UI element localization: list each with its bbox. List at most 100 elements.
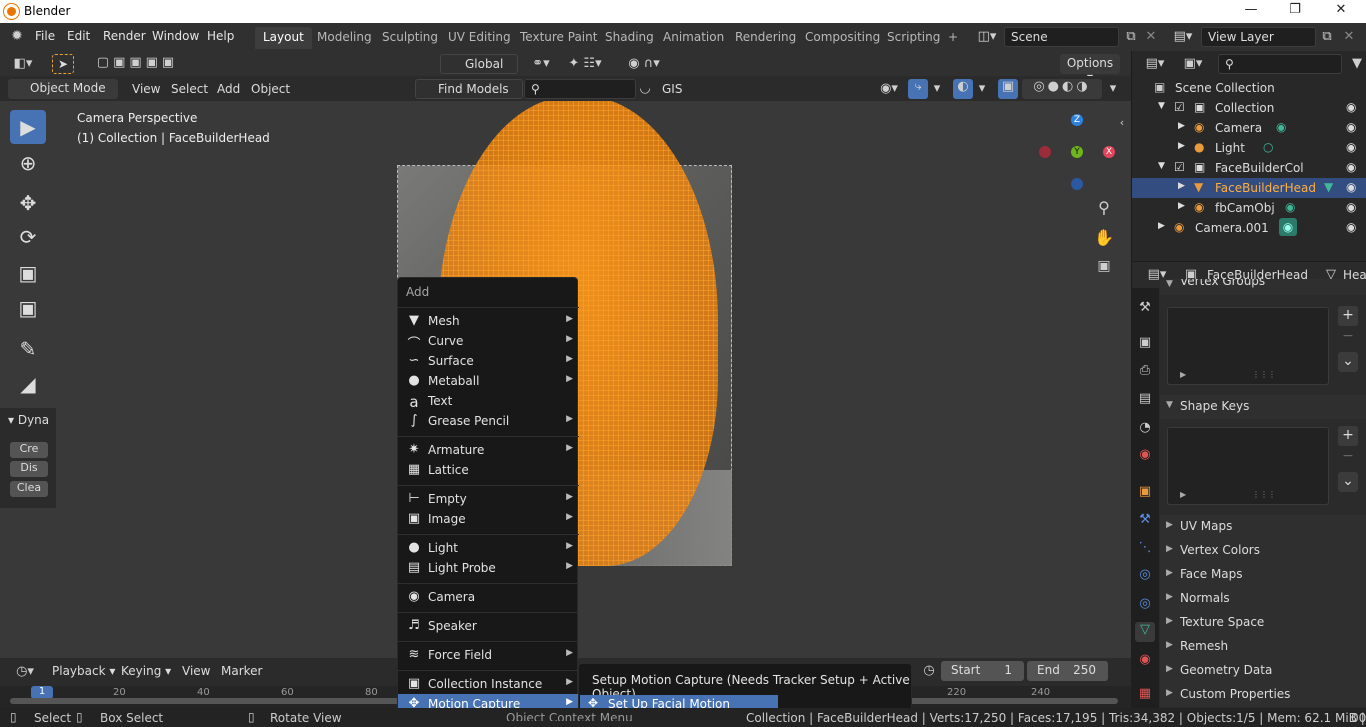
new-scene-icon[interactable]: ⧉ [1122, 29, 1140, 44]
panel-geometry-data[interactable]: ▶ Geometry Data [1160, 659, 1366, 683]
visibility-icon[interactable]: ◉▾ [874, 81, 904, 96]
tab-compositing[interactable]: Compositing [797, 27, 888, 49]
remove-vertex-group-button[interactable]: − [1338, 327, 1358, 347]
eye-icon[interactable]: ◉ [1346, 180, 1356, 194]
eye-icon[interactable]: ◉ [1346, 120, 1356, 134]
world-tab-icon[interactable]: ◉ [1135, 447, 1155, 467]
gizmo-x-axis[interactable]: X [1103, 146, 1115, 158]
zoom-icon[interactable]: ⚲ [1094, 198, 1114, 217]
menu-item-text[interactable]: a Text [398, 391, 579, 411]
menu-item-image[interactable]: ▣ Image ▶ [398, 509, 579, 529]
panel-remesh[interactable]: ▶ Remesh [1160, 635, 1366, 659]
scene-field[interactable]: Scene [1004, 27, 1119, 47]
outliner-row[interactable]: ▣ Scene Collection [1132, 78, 1366, 98]
dropdown-icon[interactable]: ◡ [636, 81, 654, 96]
scene-selector-icon[interactable]: ◫▾ [972, 29, 1002, 44]
tab-scripting[interactable]: Scripting [879, 27, 948, 49]
outliner-row[interactable]: ▶ ◉ Camera ◉ ◉ [1132, 118, 1366, 138]
checkbox-icon[interactable]: ☑ [1174, 160, 1185, 174]
outliner-row[interactable]: ▶ ● Light ○ ◉ [1132, 138, 1366, 158]
add-vertex-group-button[interactable]: + [1338, 306, 1358, 326]
add-shape-key-button[interactable]: + [1338, 426, 1358, 446]
menu-help[interactable]: Help [207, 29, 234, 43]
eye-icon[interactable]: ◉ [1346, 160, 1356, 174]
close-icon[interactable]: ✕ [1326, 2, 1356, 20]
options-button[interactable]: Options ▾ [1060, 54, 1120, 84]
add-workspace-button[interactable]: + [940, 27, 966, 49]
menu-marker[interactable]: Marker [221, 664, 262, 678]
menu-item-light-probe[interactable]: ▤ Light Probe ▶ [398, 558, 579, 578]
expand-arrow-icon[interactable]: ▶ [1180, 490, 1186, 499]
outliner-row[interactable]: ▶ ◉ Camera.001 ◉ ◉ [1132, 218, 1366, 238]
menu-playback[interactable]: Playback ▾ [52, 664, 115, 678]
resize-handle-icon[interactable]: ⋮⋮⋮ [1252, 490, 1276, 499]
maximize-icon[interactable]: ❐ [1280, 2, 1310, 20]
shading-mode-icons[interactable]: ◎●◐◑ [1022, 79, 1102, 99]
menu-timeline-view[interactable]: View [182, 664, 210, 678]
menu-view[interactable]: View [132, 82, 160, 96]
overlay-dropdown-icon[interactable]: ▾ [975, 81, 989, 96]
panel-vertex-colors[interactable]: ▶ Vertex Colors [1160, 539, 1366, 563]
menu-item-grease-pencil[interactable]: ∫ Grease Pencil ▶ [398, 411, 579, 431]
timeline-editor-icon[interactable]: ◷▾ [10, 664, 40, 679]
search-field[interactable]: ⚲ [524, 79, 636, 99]
blender-menu-icon[interactable]: ✹ [8, 28, 26, 44]
texture-tab-icon[interactable]: ▦ [1135, 686, 1155, 706]
menu-item-metaball[interactable]: ● Metaball ▶ [398, 371, 579, 391]
shape-keys-list[interactable]: ▶ ⋮⋮⋮ [1167, 427, 1329, 505]
menu-render[interactable]: Render [103, 29, 146, 43]
expand-arrow-icon[interactable]: ▶ [1180, 370, 1186, 379]
transform-orientation-field[interactable]: Global [440, 54, 518, 74]
tab-shading[interactable]: Shading [597, 27, 662, 49]
cursor-tool-icon[interactable]: ⊕ [10, 146, 46, 180]
menu-item-lattice[interactable]: ▦ Lattice [398, 460, 579, 480]
menu-keying[interactable]: Keying ▾ [121, 664, 171, 678]
menu-object[interactable]: Object [251, 82, 290, 96]
material-tab-icon[interactable]: ◉ [1135, 652, 1155, 672]
transform-tool-icon[interactable]: ▣ [10, 291, 46, 325]
outliner-editor-icon[interactable]: ▤▾ [1140, 56, 1170, 71]
gizmo-dropdown-icon[interactable]: ▾ [930, 81, 944, 96]
gizmo-z-axis[interactable]: Z [1071, 114, 1083, 126]
panel-vertex-groups[interactable]: ▼ Vertex Groups [1160, 279, 1366, 295]
camera-view-icon[interactable]: ▣ [1094, 258, 1114, 274]
gis-menu[interactable]: GIS [662, 82, 682, 96]
sidebar-toggle-icon[interactable]: ‹ [1116, 116, 1128, 129]
outliner-row[interactable]: ▶ ◉ fbCamObj ◉ ◉ [1132, 198, 1366, 218]
menu-item-curve[interactable]: ⌒ Curve ▶ [398, 331, 579, 352]
menu-item-force-field[interactable]: ≋ Force Field ▶ [398, 645, 579, 665]
tab-sculpting[interactable]: Sculpting [374, 27, 446, 49]
view-layer-tab-icon[interactable]: ▤ [1135, 391, 1155, 411]
gizmo-y-axis[interactable]: Y [1071, 146, 1083, 158]
menu-item-speaker[interactable]: ♬ Speaker [398, 616, 579, 636]
eye-icon[interactable]: ◉ [1346, 200, 1356, 214]
select-box-tool-icon[interactable]: ▶ [10, 110, 46, 144]
tab-modeling[interactable]: Modeling [309, 27, 380, 49]
select-mode-icons[interactable]: ▢▣▣▣▣ [90, 55, 185, 70]
menu-window[interactable]: Window [152, 29, 199, 43]
scale-tool-icon[interactable]: ▣ [10, 256, 46, 290]
render-tab-icon[interactable]: ▣ [1135, 335, 1155, 355]
tab-rendering[interactable]: Rendering [727, 27, 804, 49]
panel-custom-properties[interactable]: ▶ Custom Properties [1160, 683, 1366, 707]
menu-item-camera[interactable]: ◉ Camera [398, 587, 579, 607]
start-frame-field[interactable]: Start 1 [941, 661, 1024, 681]
outliner-row[interactable]: ▼ ☑ ▣ Collection ◉ [1132, 98, 1366, 118]
constraints-tab-icon[interactable]: ◎ [1135, 596, 1155, 616]
gizmo-toggle-icon[interactable]: ⤷ [908, 79, 928, 99]
vertex-groups-list[interactable]: ▶ ⋮⋮⋮ [1167, 307, 1329, 385]
outliner-row[interactable]: ▼ ☑ ▣ FaceBuilderCol ◉ [1132, 158, 1366, 178]
editor-type-icon[interactable]: ◧▾ [8, 56, 38, 71]
panel-uv-maps[interactable]: ▶ UV Maps [1160, 515, 1366, 539]
overlay-toggle-icon[interactable]: ◐ [953, 79, 973, 99]
view-layer-selector-icon[interactable]: ▤▾ [1168, 29, 1198, 44]
create-button[interactable]: Cre [10, 442, 48, 458]
shape-key-specials-icon[interactable]: ⌄ [1338, 472, 1358, 492]
minimize-icon[interactable]: — [1236, 2, 1266, 20]
menu-file[interactable]: File [35, 29, 55, 43]
tab-animation[interactable]: Animation [655, 27, 732, 49]
find-models-field[interactable]: Find Models [415, 79, 523, 99]
tab-uv-editing[interactable]: UV Editing [440, 27, 519, 49]
filter-icon[interactable]: ▼ [1348, 56, 1366, 71]
checkbox-icon[interactable]: ☑ [1174, 100, 1185, 114]
